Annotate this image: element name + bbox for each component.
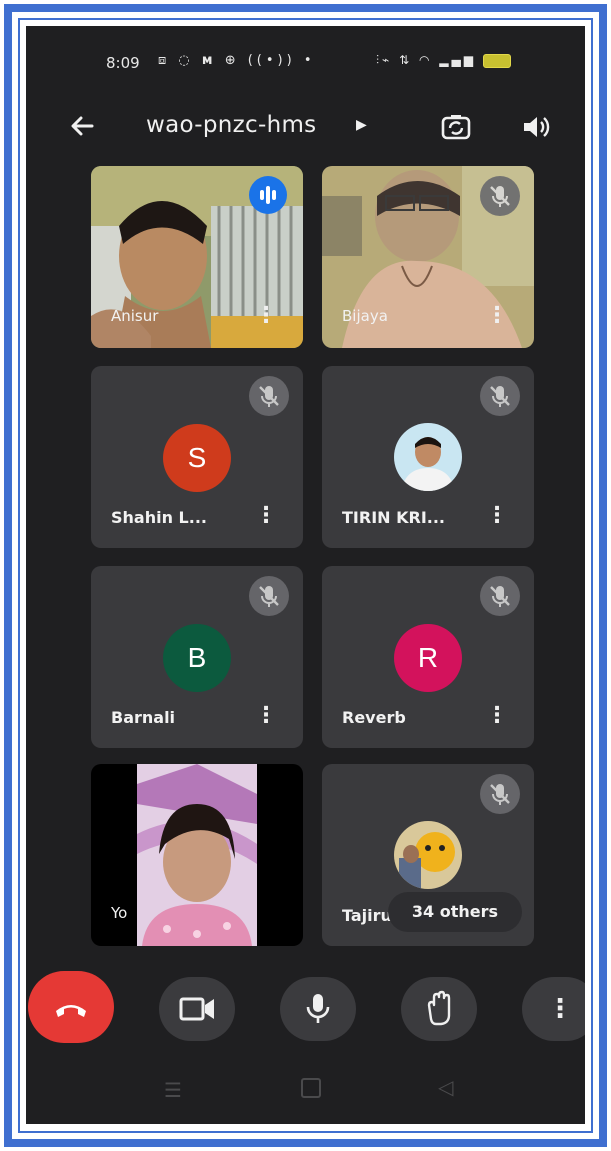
battery-icon: [482, 53, 511, 68]
avatar: [394, 423, 462, 491]
self-view-tile[interactable]: Yo: [91, 764, 303, 946]
participant-tile[interactable]: Bijaya ⋮: [322, 166, 534, 348]
participant-name: Reverb: [342, 708, 406, 727]
speaking-indicator-icon: [249, 176, 287, 214]
call-controls: ⋮: [26, 971, 585, 1051]
others-count-label: 34 others: [411, 902, 499, 921]
participant-name: Shahin L...: [111, 508, 207, 527]
more-vert-icon[interactable]: ⋮: [486, 302, 508, 330]
signal-icon: ▂▄▆: [439, 53, 476, 67]
participant-tile[interactable]: Anisur ⋮: [91, 166, 303, 348]
home-nav-icon[interactable]: [301, 1078, 321, 1098]
others-count-chip[interactable]: 34 others: [388, 892, 522, 932]
more-vert-icon: ⋮: [547, 994, 573, 1024]
avatar: R: [394, 624, 462, 692]
mic-icon: [306, 994, 330, 1023]
whatsapp-icon: ◌: [178, 53, 194, 68]
more-vert-icon[interactable]: ⋮: [255, 302, 277, 330]
back-arrow-icon[interactable]: [64, 108, 100, 144]
status-time: 8:09: [106, 54, 140, 72]
participant-name: Barnali: [111, 708, 176, 727]
avatar: [394, 821, 462, 889]
switch-camera-icon[interactable]: [439, 110, 473, 144]
phone-screen: 8:09 ⧈ ◌ ᴍ ⊕ ((•)) • ⫶⌁ ⇅ ◠ ▂▄▆ wao-pnzc…: [26, 26, 585, 1124]
radio-icon: ((•)): [247, 53, 296, 68]
more-vert-icon[interactable]: ⋮: [255, 502, 277, 530]
more-vert-icon[interactable]: ⋮: [486, 502, 508, 530]
chrome-icon: ⊕: [224, 53, 240, 68]
data-icon: ⇅: [399, 53, 413, 67]
vibrate-icon: ⫶⌁: [376, 53, 393, 67]
caret-right-icon[interactable]: ▶: [356, 117, 367, 133]
participant-tile[interactable]: B Barnali ⋮: [91, 566, 303, 748]
mic-off-icon: [480, 376, 520, 416]
mic-off-icon: [480, 774, 520, 814]
mic-off-icon: [480, 176, 520, 216]
participant-name: Bijaya: [342, 307, 388, 325]
mic-off-icon: [480, 576, 520, 616]
microphone-button[interactable]: [280, 977, 356, 1041]
participant-name: Yo: [111, 904, 128, 922]
end-call-button[interactable]: [28, 971, 114, 1043]
phone-hangup-icon: [56, 1005, 86, 1017]
self-video: [137, 764, 257, 946]
hand-icon: [427, 990, 451, 1026]
avatar: S: [163, 424, 231, 492]
screen-record-icon: ⧈: [158, 53, 171, 68]
more-vert-icon[interactable]: ⋮: [486, 702, 508, 730]
system-nav-bar: ☰ ◁: [26, 1066, 585, 1116]
back-nav-icon[interactable]: ◁: [438, 1075, 453, 1099]
meeting-code[interactable]: wao-pnzc-hms: [146, 112, 316, 138]
status-bar: 8:09 ⧈ ◌ ᴍ ⊕ ((•)) • ⫶⌁ ⇅ ◠ ▂▄▆: [26, 50, 585, 78]
participant-name: Tajiru: [342, 906, 392, 925]
system-icons: ⫶⌁ ⇅ ◠ ▂▄▆: [376, 53, 511, 68]
participant-tile[interactable]: TIRIN KRI... ⋮: [322, 366, 534, 548]
mic-off-icon: [249, 576, 289, 616]
participant-name: TIRIN KRI...: [342, 508, 446, 527]
participant-tile[interactable]: Tajiru 34 others: [322, 764, 534, 946]
meeting-header: wao-pnzc-hms ▶: [26, 108, 585, 148]
participant-name: Anisur: [111, 307, 159, 325]
mic-off-icon: [249, 376, 289, 416]
videocam-icon: [179, 997, 214, 1021]
avatar: B: [163, 624, 231, 692]
wifi-icon: ◠: [418, 53, 433, 67]
raise-hand-button[interactable]: [401, 977, 477, 1041]
participant-tile[interactable]: R Reverb ⋮: [322, 566, 534, 748]
camera-button[interactable]: [159, 977, 235, 1041]
m-icon: ᴍ: [201, 53, 217, 68]
participant-tile[interactable]: S Shahin L... ⋮: [91, 366, 303, 548]
more-options-button[interactable]: ⋮: [522, 977, 585, 1041]
speaker-icon[interactable]: [518, 110, 552, 144]
dot-icon: •: [303, 53, 316, 68]
more-vert-icon[interactable]: ⋮: [255, 702, 277, 730]
notification-icons: ⧈ ◌ ᴍ ⊕ ((•)) •: [158, 53, 316, 68]
menu-nav-icon[interactable]: ☰: [164, 1078, 182, 1102]
